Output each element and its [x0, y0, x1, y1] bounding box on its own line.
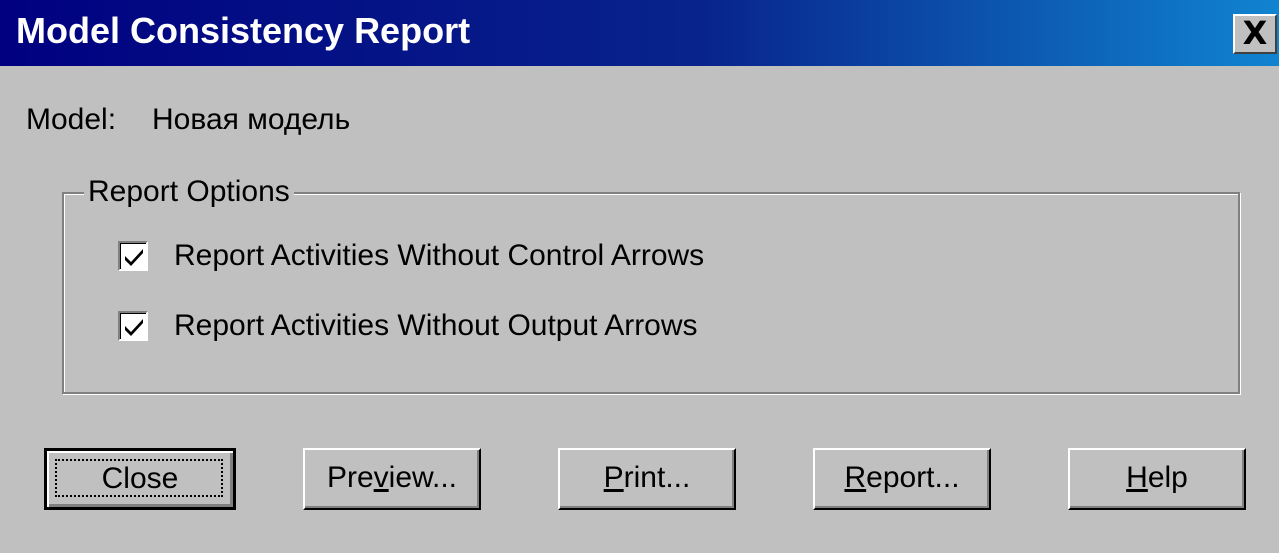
title-bar[interactable]: Model Consistency Report X	[0, 0, 1279, 66]
output-arrows-label: Report Activities Without Output Arrows	[174, 309, 698, 342]
close-button[interactable]: Close	[44, 448, 236, 510]
help-label-end: elp	[1147, 461, 1188, 494]
preview-label-start: Pre	[326, 461, 374, 494]
output-arrows-checkbox[interactable]	[118, 311, 148, 341]
report-label-end: eport...	[866, 461, 960, 494]
checkmark-icon	[125, 249, 143, 266]
print-button[interactable]: Print...	[558, 448, 736, 510]
print-label-end: rint...	[623, 461, 691, 494]
report-mnemonic: R	[844, 461, 867, 494]
print-mnemonic: P	[603, 461, 624, 494]
control-arrows-label: Report Activities Without Control Arrows	[174, 239, 705, 272]
option-output-arrows[interactable]: Report Activities Without Output Arrows	[118, 304, 698, 348]
preview-label-end: iew...	[388, 461, 458, 494]
focus-rectangle	[55, 459, 223, 497]
preview-button[interactable]: Preview...	[303, 448, 481, 510]
option-control-arrows[interactable]: Report Activities Without Control Arrows	[118, 234, 704, 278]
close-icon[interactable]: X	[1233, 14, 1277, 54]
report-button[interactable]: Report...	[813, 448, 991, 510]
help-mnemonic: H	[1126, 461, 1148, 494]
dialog-title: Model Consistency Report	[16, 10, 471, 51]
checkmark-icon	[125, 319, 143, 336]
model-name: Новая модель	[152, 103, 351, 136]
report-options-group	[62, 192, 1240, 394]
report-options-legend: Report Options	[84, 172, 294, 212]
model-consistency-report-dialog: Model Consistency Report X Model: Новая …	[0, 0, 1279, 553]
control-arrows-checkbox[interactable]	[118, 241, 148, 271]
model-label: Model:	[26, 103, 117, 136]
help-button[interactable]: Help	[1068, 448, 1246, 510]
preview-mnemonic: v	[373, 461, 389, 494]
